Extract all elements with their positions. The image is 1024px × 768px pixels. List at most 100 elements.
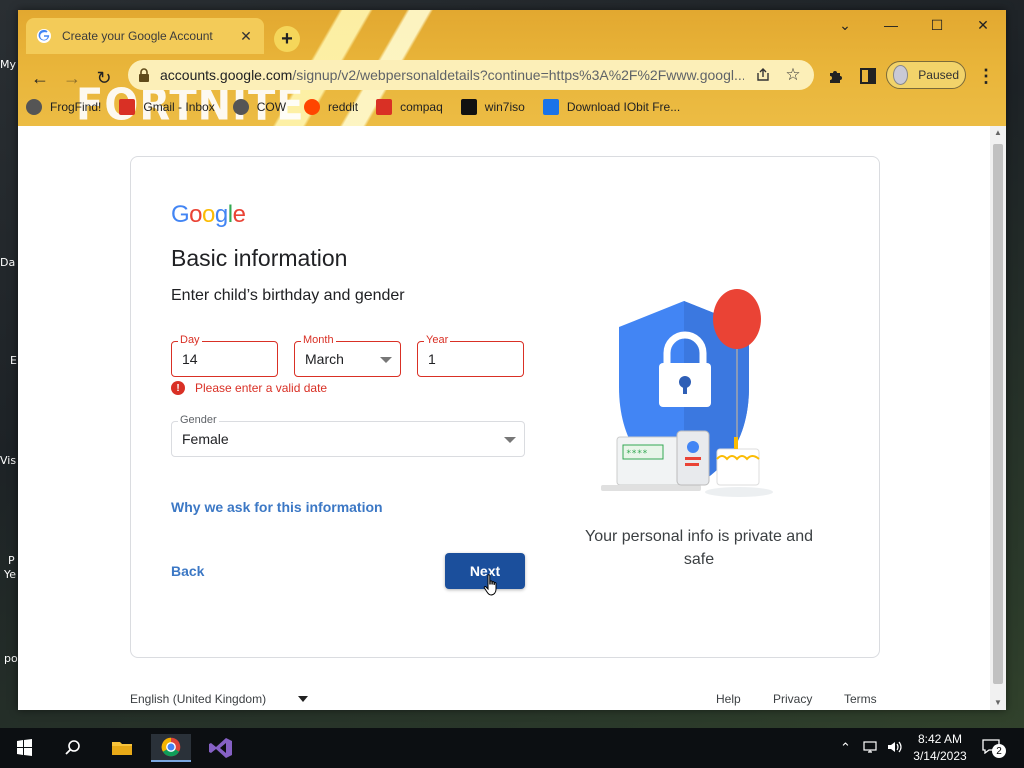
compaq-icon bbox=[376, 99, 393, 115]
clock-date: 3/14/2023 bbox=[913, 749, 967, 763]
chrome-taskbar-icon[interactable] bbox=[151, 734, 191, 762]
month-select[interactable]: Month March bbox=[294, 334, 401, 377]
language-selector[interactable]: English (United Kingdom) bbox=[130, 692, 309, 706]
privacy-message: Your personal info is private and safe bbox=[585, 528, 813, 568]
day-value[interactable]: 14 bbox=[182, 351, 198, 367]
day-label: Day bbox=[178, 334, 202, 346]
extensions-icon[interactable] bbox=[824, 64, 848, 88]
bookmark-item[interactable]: COW bbox=[232, 99, 287, 115]
month-label: Month bbox=[301, 334, 336, 346]
tray-overflow-icon[interactable]: ⌃ bbox=[840, 740, 851, 756]
back-nav-button[interactable]: ← bbox=[26, 64, 54, 92]
help-link[interactable]: Help bbox=[716, 692, 741, 706]
bookmark-item[interactable]: compaq bbox=[376, 99, 443, 115]
maximize-button[interactable]: ☐ bbox=[914, 10, 960, 40]
privacy-link[interactable]: Privacy bbox=[773, 692, 812, 706]
privacy-shield-illustration: **** bbox=[601, 289, 773, 497]
search-icon[interactable] bbox=[52, 734, 92, 762]
page-subtitle: Enter child’s birthday and gender bbox=[171, 287, 405, 304]
reload-button[interactable]: ↻ bbox=[90, 64, 118, 92]
reddit-icon bbox=[304, 99, 321, 115]
close-window-button[interactable]: ✕ bbox=[960, 10, 1006, 40]
address-bar[interactable]: accounts.google.com/signup/v2/webpersona… bbox=[128, 60, 814, 90]
bookmark-label: COW bbox=[256, 100, 287, 114]
side-panel-icon[interactable] bbox=[856, 64, 880, 88]
tab-close-icon[interactable]: ✕ bbox=[238, 28, 254, 45]
date-error-text: Please enter a valid date bbox=[195, 381, 328, 395]
bookmark-item[interactable]: Download IObit Fre... bbox=[542, 99, 681, 115]
share-icon[interactable] bbox=[752, 67, 774, 83]
windows-start-icon[interactable] bbox=[4, 734, 44, 762]
bookmark-label: compaq bbox=[400, 100, 443, 114]
forward-nav-button[interactable]: → bbox=[58, 64, 86, 92]
scroll-thumb[interactable] bbox=[993, 144, 1003, 684]
bookmark-label: Gmail - Inbox bbox=[143, 100, 215, 114]
hand-cursor-icon bbox=[483, 574, 497, 596]
date-error-message: ! Please enter a valid date bbox=[171, 381, 327, 395]
bookmark-item[interactable]: Gmail - Inbox bbox=[119, 99, 215, 115]
gender-value: Female bbox=[182, 431, 229, 447]
language-value: English (United Kingdom) bbox=[130, 692, 267, 706]
day-field[interactable]: Day 14 bbox=[171, 334, 278, 377]
minimize-button[interactable]: — bbox=[868, 10, 914, 40]
url-path: /signup/v2/webpersonaldetails?continue=h… bbox=[292, 67, 744, 83]
visual-studio-icon[interactable] bbox=[200, 734, 240, 762]
chevron-down-icon bbox=[504, 437, 516, 443]
page-scrollbar[interactable]: ▲ ▼ bbox=[990, 126, 1006, 710]
lock-icon bbox=[139, 68, 149, 82]
more-menu-icon[interactable]: ⋮ bbox=[974, 64, 998, 88]
error-icon: ! bbox=[171, 381, 185, 395]
bookmark-label: Download IObit Fre... bbox=[566, 100, 681, 114]
month-value: March bbox=[305, 351, 344, 367]
network-icon[interactable] bbox=[862, 739, 880, 755]
url-text[interactable]: accounts.google.com/signup/v2/webpersona… bbox=[160, 67, 744, 83]
why-we-ask-link[interactable]: Why we ask for this information bbox=[171, 499, 383, 515]
avatar bbox=[893, 65, 909, 85]
bookmark-label: win7iso bbox=[484, 100, 525, 114]
taskbar: ⌃ 8:42 AM 3/14/2023 2 bbox=[0, 728, 1024, 768]
gmail-icon bbox=[119, 99, 136, 115]
gender-select[interactable]: Gender Female bbox=[171, 414, 525, 457]
browser-window: FORTNITE Create your Google Account ✕ + … bbox=[18, 10, 1006, 710]
desktop-icon-label[interactable]: Vis bbox=[0, 454, 18, 467]
system-clock[interactable]: 8:42 AM 3/14/2023 bbox=[910, 731, 970, 765]
tab-create-account[interactable]: Create your Google Account ✕ bbox=[26, 18, 264, 54]
notification-center-icon[interactable]: 2 bbox=[982, 738, 1006, 758]
tw-icon bbox=[460, 99, 477, 115]
scroll-down-icon[interactable]: ▼ bbox=[990, 696, 1006, 710]
scroll-up-icon[interactable]: ▲ bbox=[990, 126, 1006, 140]
year-value[interactable]: 1 bbox=[428, 351, 436, 367]
tab-title: Create your Google Account bbox=[62, 29, 213, 43]
file-explorer-icon[interactable] bbox=[102, 734, 142, 762]
volume-icon[interactable] bbox=[886, 739, 904, 755]
desktop-icon-label[interactable]: Da bbox=[0, 256, 18, 269]
new-tab-button[interactable]: + bbox=[274, 26, 300, 52]
year-label: Year bbox=[424, 334, 451, 346]
notification-badge: 2 bbox=[992, 744, 1006, 758]
year-field[interactable]: Year 1 bbox=[417, 334, 524, 377]
profile-status-label: Paused bbox=[918, 68, 959, 82]
bookmark-item[interactable]: FrogFind! bbox=[26, 99, 101, 115]
bookmarks-bar: FrogFind! Gmail - Inbox COW reddit compaq win… bbox=[26, 96, 698, 118]
browser-frame: FORTNITE Create your Google Account ✕ + … bbox=[18, 10, 1006, 126]
google-logo: Google bbox=[171, 201, 246, 228]
clock-time: 8:42 AM bbox=[917, 732, 963, 746]
password-mask-text: **** bbox=[626, 449, 648, 459]
signup-card: Google Basic information Enter child’s b… bbox=[130, 156, 880, 658]
page-viewport: Google Basic information Enter child’s b… bbox=[18, 126, 990, 710]
terms-link[interactable]: Terms bbox=[844, 692, 877, 706]
bookmark-label: FrogFind! bbox=[50, 100, 102, 114]
url-host: accounts.google.com bbox=[160, 67, 293, 83]
bookmark-label: reddit bbox=[328, 100, 359, 114]
bookmark-star-icon[interactable]: ☆ bbox=[782, 65, 804, 85]
bookmark-item[interactable]: win7iso bbox=[460, 99, 525, 115]
bookmark-item[interactable]: reddit bbox=[304, 99, 358, 115]
globe-icon bbox=[26, 99, 42, 115]
desktop-icon-label[interactable]: My bbox=[0, 58, 18, 71]
profile-button[interactable]: Paused bbox=[886, 61, 966, 89]
gender-label: Gender bbox=[178, 414, 219, 426]
back-button[interactable]: Back bbox=[171, 563, 204, 579]
globe-icon bbox=[232, 99, 249, 115]
tab-search-icon[interactable]: ⌄ bbox=[822, 10, 868, 40]
chevron-down-icon bbox=[380, 357, 392, 363]
